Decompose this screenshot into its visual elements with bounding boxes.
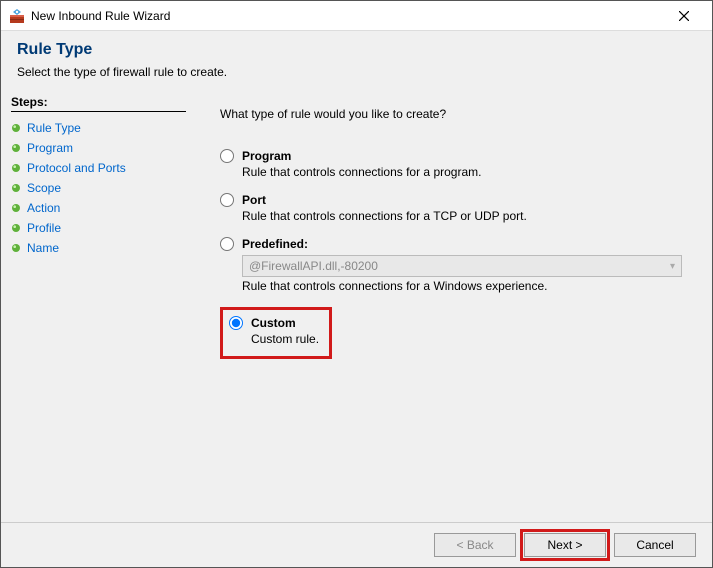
chevron-down-icon: ▾: [670, 261, 675, 272]
page-title: Rule Type: [17, 41, 696, 59]
radio-predefined[interactable]: [220, 237, 234, 251]
step-label: Program: [27, 141, 73, 155]
radio-custom[interactable]: [229, 316, 243, 330]
wizard-window: New Inbound Rule Wizard Rule Type Select…: [0, 0, 713, 568]
step-label: Rule Type: [27, 121, 81, 135]
option-port-desc: Rule that controls connections for a TCP…: [242, 209, 694, 223]
footer: < Back Next > Cancel: [1, 522, 712, 567]
step-label: Action: [27, 201, 60, 215]
option-custom-desc: Custom rule.: [251, 332, 319, 346]
cancel-button[interactable]: Cancel: [614, 533, 696, 557]
step-label: Protocol and Ports: [27, 161, 126, 175]
step-rule-type[interactable]: Rule Type: [11, 118, 186, 138]
option-port: Port Rule that controls connections for …: [220, 193, 694, 223]
option-program: Program Rule that controls connections f…: [220, 149, 694, 179]
option-program-desc: Rule that controls connections for a pro…: [242, 165, 694, 179]
option-predefined: Predefined: @FirewallAPI.dll,-80200 ▾ Ru…: [220, 237, 694, 293]
step-bullet-icon: [11, 163, 21, 173]
option-port-row[interactable]: Port: [220, 193, 694, 207]
option-program-label: Program: [242, 149, 291, 163]
step-bullet-icon: [11, 143, 21, 153]
step-bullet-icon: [11, 183, 21, 193]
main-panel: What type of rule would you like to crea…: [196, 91, 712, 522]
step-action[interactable]: Action: [11, 198, 186, 218]
option-custom-label: Custom: [251, 316, 296, 330]
radio-port[interactable]: [220, 193, 234, 207]
option-custom-row[interactable]: Custom: [229, 316, 319, 330]
predefined-select[interactable]: @FirewallAPI.dll,-80200 ▾: [242, 255, 682, 277]
step-bullet-icon: [11, 223, 21, 233]
step-protocol-ports[interactable]: Protocol and Ports: [11, 158, 186, 178]
step-profile[interactable]: Profile: [11, 218, 186, 238]
step-label: Profile: [27, 221, 61, 235]
page-header: Rule Type Select the type of firewall ru…: [1, 31, 712, 91]
close-button[interactable]: [664, 2, 704, 30]
radio-program[interactable]: [220, 149, 234, 163]
predefined-select-value: @FirewallAPI.dll,-80200: [249, 259, 378, 273]
option-custom-highlight: Custom Custom rule.: [220, 307, 332, 359]
next-button[interactable]: Next >: [524, 533, 606, 557]
step-label: Scope: [27, 181, 61, 195]
steps-panel: Steps: Rule Type Program Protocol and Po…: [1, 91, 196, 522]
option-port-label: Port: [242, 193, 266, 207]
question-text: What type of rule would you like to crea…: [220, 107, 694, 121]
option-predefined-row[interactable]: Predefined:: [220, 237, 694, 251]
step-name[interactable]: Name: [11, 238, 186, 258]
step-bullet-icon: [11, 123, 21, 133]
firewall-icon: [9, 8, 25, 24]
step-program[interactable]: Program: [11, 138, 186, 158]
option-predefined-desc: Rule that controls connections for a Win…: [242, 279, 694, 293]
titlebar: New Inbound Rule Wizard: [1, 1, 712, 31]
option-program-row[interactable]: Program: [220, 149, 694, 163]
wizard-body: Steps: Rule Type Program Protocol and Po…: [1, 91, 712, 522]
step-bullet-icon: [11, 203, 21, 213]
steps-title: Steps:: [11, 95, 186, 112]
step-label: Name: [27, 241, 59, 255]
window-title: New Inbound Rule Wizard: [31, 9, 664, 23]
option-custom: Custom Custom rule.: [229, 316, 319, 346]
page-subtitle: Select the type of firewall rule to crea…: [17, 65, 696, 79]
step-bullet-icon: [11, 243, 21, 253]
back-button: < Back: [434, 533, 516, 557]
option-predefined-label: Predefined:: [242, 237, 308, 251]
step-scope[interactable]: Scope: [11, 178, 186, 198]
